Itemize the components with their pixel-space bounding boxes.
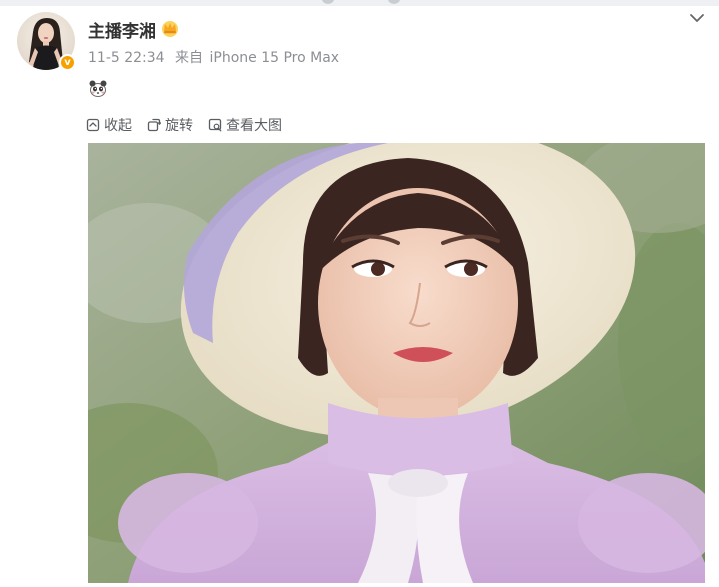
collapse-icon [86,118,100,132]
top-divider [0,0,719,6]
image-toolbar: 收起 旋转 查看大图 [86,115,297,135]
panda-emoji-icon [88,78,108,98]
chevron-down-icon[interactable] [688,10,706,24]
view-large-label: 查看大图 [226,118,282,134]
post-date[interactable]: 11-5 22:34 [88,50,165,66]
rotate-button[interactable]: 旋转 [147,115,193,135]
author-name[interactable]: 主播李湘 [88,17,156,42]
collapse-label: 收起 [104,118,132,134]
post-meta: 11-5 22:34 来自 iPhone 15 Pro Max [88,47,339,67]
post-image[interactable] [88,143,705,583]
collapse-button[interactable]: 收起 [86,115,132,135]
verified-badge: v [59,54,76,71]
top-nub [322,0,334,4]
post-source-prefix: 来自 [175,50,204,66]
rotate-icon [147,118,161,132]
post-device: iPhone 15 Pro Max [209,50,340,66]
zoom-image-icon [208,118,222,132]
crown-icon[interactable] [160,18,180,38]
rotate-label: 旋转 [165,118,193,134]
view-large-button[interactable]: 查看大图 [208,115,282,135]
weibo-post-card: v 主播李湘 11-5 22:34 来自 iPhone 15 Pro Max 收… [0,0,719,587]
top-nub [388,0,400,4]
